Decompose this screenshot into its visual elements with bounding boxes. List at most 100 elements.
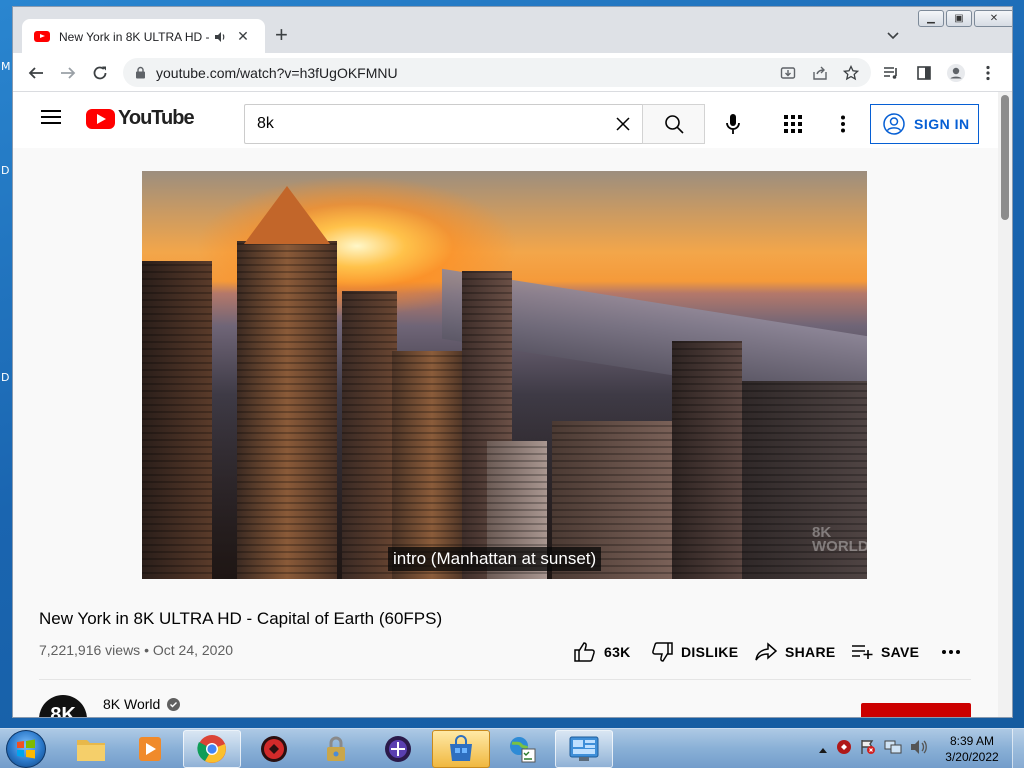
voice-search-mic-icon[interactable] [721, 112, 745, 136]
new-tab-button[interactable]: + [275, 24, 288, 46]
taskbar-system-app[interactable] [307, 730, 365, 768]
red-app-icon [261, 736, 287, 762]
url-text: youtube.com/watch?v=h3fUgOKFMNU [156, 64, 398, 81]
back-arrow-icon[interactable] [25, 62, 47, 84]
save-button[interactable]: SAVE [851, 640, 919, 664]
hamburger-menu-icon[interactable] [41, 110, 61, 124]
verified-badge-icon [167, 697, 181, 711]
system-lock-icon [327, 736, 345, 761]
settings-more-icon[interactable] [831, 112, 855, 136]
video-caption: intro (Manhattan at sunset) [388, 547, 602, 571]
youtube-watch-page: YouTube 8k SIGN IN intro (Manhattan at s… [13, 92, 998, 717]
minimize-button[interactable]: ▁ [918, 10, 944, 27]
browser-toolbar: youtube.com/watch?v=h3fUgOKFMNU [13, 53, 1012, 92]
add-to-playlist-icon [852, 645, 873, 659]
globe-checklist-icon [510, 737, 536, 763]
media-player-icon [139, 737, 161, 761]
clear-search-icon[interactable] [613, 114, 633, 134]
video-player[interactable]: intro (Manhattan at sunset) 8K WORLD [142, 171, 867, 579]
tab-search-chevron-icon[interactable] [887, 27, 899, 45]
dislike-button[interactable]: DISLIKE [651, 640, 738, 664]
dislike-label: DISLIKE [681, 644, 739, 660]
store-icon [450, 735, 472, 761]
browser-tab[interactable]: New York in 8K ULTRA HD - Capital of Ear… [22, 19, 265, 54]
like-button[interactable]: 63K [574, 640, 631, 664]
share-icon[interactable] [810, 63, 830, 83]
taskbar-store[interactable] [432, 730, 490, 768]
action-center-flag-icon[interactable] [860, 739, 876, 760]
share-arrow-icon [755, 642, 777, 661]
tray-red-app-icon[interactable] [836, 739, 852, 760]
start-button[interactable] [6, 730, 46, 768]
youtube-masthead: YouTube 8k SIGN IN [13, 92, 998, 148]
dark-app-icon [385, 736, 411, 762]
desktop-edge-letter: D [1, 371, 10, 384]
channel-name-row[interactable]: 8K World [103, 696, 181, 712]
clock-time: 8:39 AM [949, 734, 995, 748]
desktop-edge-letter: M [1, 60, 11, 73]
windows-logo-icon [17, 739, 35, 759]
close-tab-icon[interactable]: ✕ [235, 28, 251, 45]
meta-separator: • [144, 642, 153, 658]
maximize-button[interactable]: ▣ [946, 10, 972, 27]
scrollbar-thumb[interactable] [1001, 95, 1009, 220]
desktop-edge-letter: D [1, 164, 10, 177]
video-frame-building [672, 341, 742, 579]
more-actions-icon[interactable] [942, 640, 968, 664]
install-app-icon[interactable] [778, 63, 798, 83]
search-button[interactable] [642, 104, 705, 144]
taskbar-network-app[interactable] [493, 730, 551, 768]
control-panel-icon [569, 736, 599, 761]
speaker-icon[interactable] [213, 30, 227, 44]
address-bar[interactable]: youtube.com/watch?v=h3fUgOKFMNU [123, 58, 871, 87]
page-scrollbar[interactable] [998, 92, 1012, 717]
show-desktop-button[interactable] [1012, 729, 1024, 768]
taskbar-chrome[interactable] [183, 730, 241, 768]
section-divider [39, 679, 971, 680]
video-frame-skyscraper [237, 241, 337, 579]
channel-avatar[interactable]: 8K [39, 695, 87, 717]
bookmark-star-icon[interactable] [841, 63, 861, 83]
youtube-favicon-icon [34, 31, 50, 42]
reload-icon[interactable] [89, 62, 111, 84]
thumbs-up-icon [574, 642, 595, 662]
taskbar-media-player[interactable] [121, 730, 179, 768]
volume-speaker-icon[interactable] [910, 739, 928, 760]
channel-name: 8K World [103, 696, 161, 712]
profile-avatar-icon[interactable] [945, 62, 967, 84]
sign-in-button[interactable]: SIGN IN [870, 104, 979, 144]
share-button[interactable]: SHARE [755, 640, 836, 664]
forward-arrow-icon[interactable] [57, 62, 79, 84]
tab-strip: New York in 8K ULTRA HD - Capital of Ear… [13, 7, 1012, 54]
browser-window: New York in 8K ULTRA HD - Capital of Ear… [12, 6, 1013, 718]
taskbar-control-panel[interactable] [555, 730, 613, 768]
side-panel-icon[interactable] [913, 62, 935, 84]
save-label: SAVE [881, 644, 920, 660]
subscribe-button[interactable]: SUBSCRIBE [861, 703, 971, 717]
taskbar-dark-app[interactable] [369, 730, 427, 768]
windows-taskbar: 8:39 AM 3/20/2022 [0, 728, 1024, 768]
taskbar-file-explorer[interactable] [62, 730, 120, 768]
browser-menu-icon[interactable] [977, 62, 999, 84]
sign-in-label: SIGN IN [914, 116, 970, 132]
youtube-apps-grid-icon[interactable] [781, 112, 805, 136]
taskbar-red-app[interactable] [245, 730, 303, 768]
search-input[interactable]: 8k [244, 104, 643, 144]
account-icon [883, 113, 905, 135]
thumbs-down-icon [652, 642, 673, 662]
network-icon[interactable] [884, 739, 902, 760]
youtube-logo-text: YouTube [118, 107, 195, 129]
system-clock[interactable]: 8:39 AM 3/20/2022 [936, 733, 1008, 765]
share-label: SHARE [785, 644, 836, 660]
video-title: New York in 8K ULTRA HD - Capital of Ear… [39, 609, 443, 628]
video-frame-building [342, 291, 397, 579]
youtube-logo[interactable]: YouTube [86, 107, 195, 130]
upload-date: Oct 24, 2020 [152, 642, 234, 658]
search-icon [664, 115, 684, 134]
lock-icon [136, 66, 145, 79]
media-controls-icon[interactable] [880, 62, 902, 84]
video-meta: 7,221,916 views • Oct 24, 2020 [39, 642, 233, 658]
chrome-icon [197, 735, 226, 763]
show-hidden-icons-icon[interactable] [818, 741, 828, 759]
close-window-button[interactable]: ✕ [974, 10, 1012, 27]
